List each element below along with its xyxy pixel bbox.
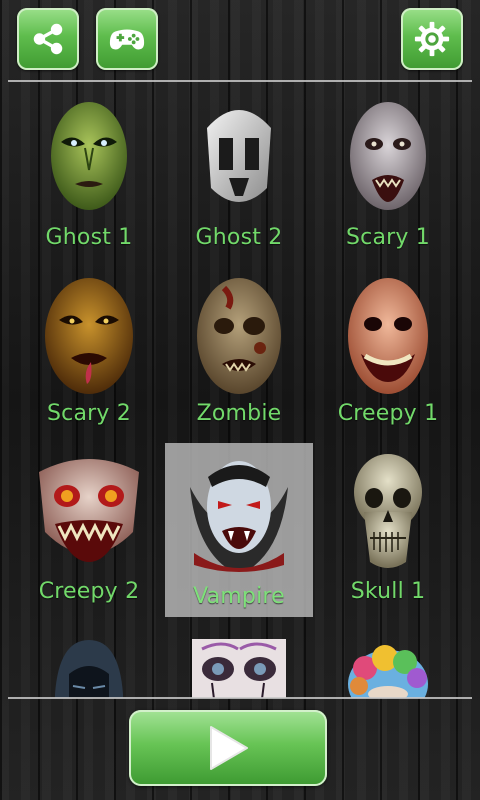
mask-item-scary-1[interactable]: Scary 1 <box>314 84 462 258</box>
mask-item-zombie[interactable]: Zombie <box>165 260 313 434</box>
bottom-bar <box>0 700 480 800</box>
top-divider <box>8 80 472 82</box>
mask-item-rainbow[interactable] <box>314 628 462 698</box>
mask-label: Scary 1 <box>346 225 430 250</box>
rainbow-clown-image <box>348 645 428 698</box>
mask-item-doll[interactable] <box>165 625 313 698</box>
ghost-face-image <box>51 102 127 210</box>
mask-grid: Ghost 1 Ghost 2 Scary 1 Scary 2 Zombie C… <box>0 84 480 698</box>
mask-item-hooded[interactable] <box>15 620 163 698</box>
mask-label: Skull 1 <box>350 579 426 604</box>
mask-item-vampire[interactable]: Vampire <box>165 443 313 617</box>
gamepad-icon <box>109 29 145 50</box>
mask-item-ghost-2[interactable]: Ghost 2 <box>165 84 313 258</box>
play-icon <box>210 726 248 770</box>
skull-image <box>354 454 422 568</box>
vampire-face-image <box>190 461 288 572</box>
mask-label: Ghost 2 <box>195 225 283 250</box>
clown-face-image <box>39 459 139 562</box>
zombie-face-image <box>197 278 281 394</box>
play-button[interactable] <box>129 710 327 786</box>
gear-icon <box>414 21 450 57</box>
games-button[interactable] <box>96 8 158 70</box>
creepy-face-image <box>348 278 428 394</box>
scary-face-image <box>350 102 426 210</box>
demon-face-image <box>45 278 133 394</box>
mask-label: Scary 2 <box>47 401 131 426</box>
ghost-mask-image <box>207 110 271 202</box>
hooded-face-image <box>55 640 123 698</box>
mask-item-creepy-2[interactable]: Creepy 2 <box>15 438 163 612</box>
mask-item-creepy-1[interactable]: Creepy 1 <box>314 260 462 434</box>
doll-face-image <box>192 639 286 698</box>
top-toolbar <box>0 0 480 80</box>
share-icon <box>33 23 63 55</box>
bottom-divider <box>8 697 472 699</box>
mask-item-scary-2[interactable]: Scary 2 <box>15 260 163 434</box>
share-button[interactable] <box>17 8 79 70</box>
mask-label: Creepy 1 <box>337 401 439 426</box>
mask-label: Creepy 2 <box>38 579 140 604</box>
mask-label: Zombie <box>196 401 282 426</box>
mask-label: Ghost 1 <box>45 225 133 250</box>
settings-button[interactable] <box>401 8 463 70</box>
mask-item-ghost-1[interactable]: Ghost 1 <box>15 84 163 258</box>
mask-item-skull-1[interactable]: Skull 1 <box>314 438 462 612</box>
mask-label: Vampire <box>193 584 285 609</box>
